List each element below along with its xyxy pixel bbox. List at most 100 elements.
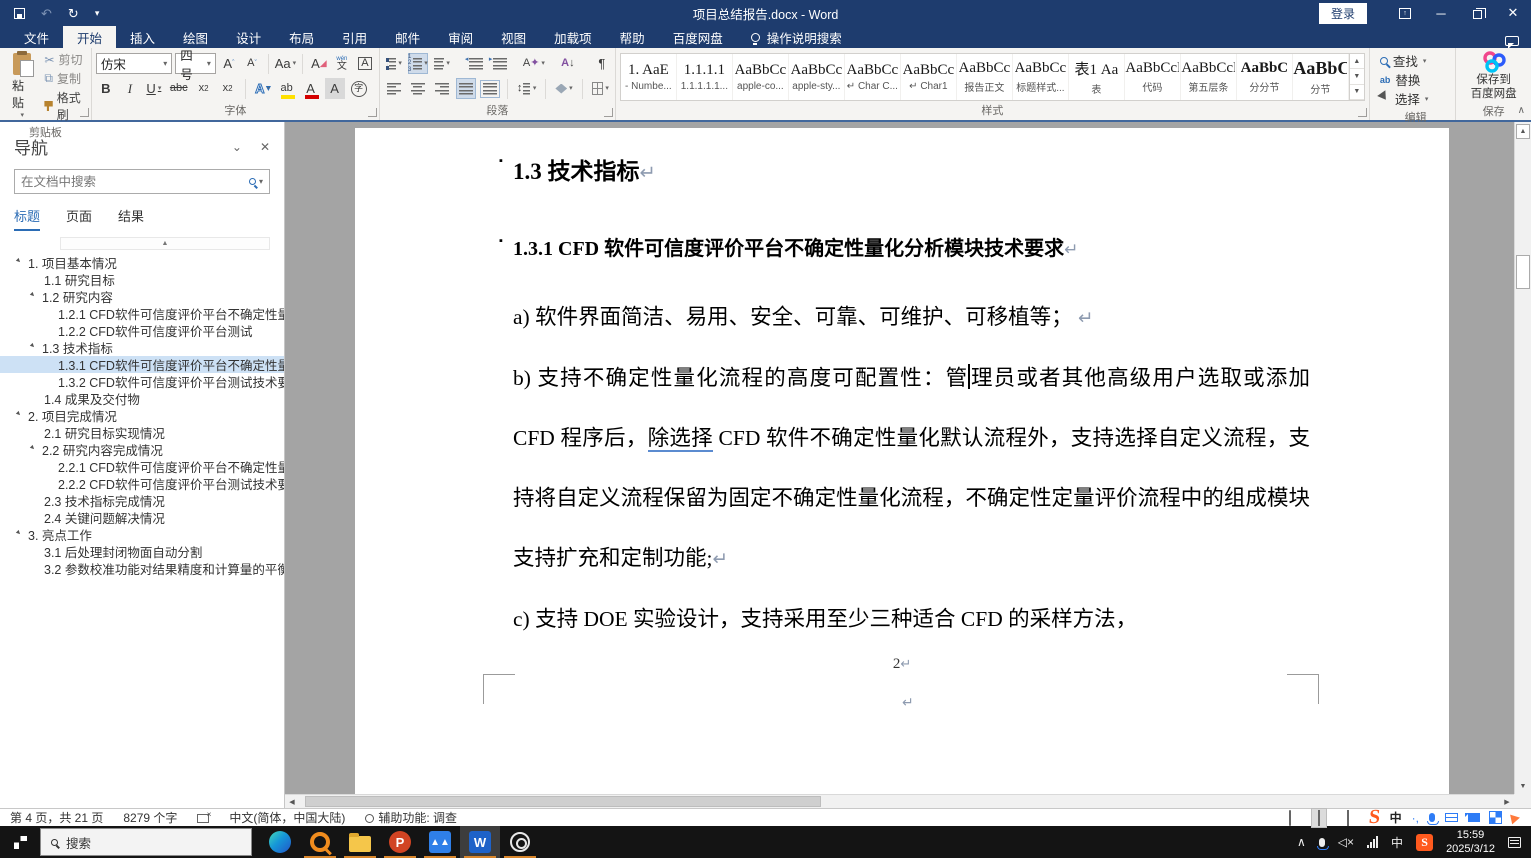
align-center-button[interactable] [408, 78, 428, 99]
nav-heading-item-8[interactable]: 1.4 成果及交付物 [0, 390, 284, 407]
nav-search-dropdown-icon[interactable]: ▾ [259, 177, 263, 186]
nav-tab-0[interactable]: 标题 [14, 206, 40, 231]
nav-heading-item-14[interactable]: 2.3 技术指标完成情况 [0, 492, 284, 509]
collapse-arrow-icon[interactable]: ▸ [14, 409, 27, 422]
scroll-up-arrow[interactable]: ▲ [1516, 124, 1530, 139]
save-to-baidu-button[interactable]: 保存到 百度网盘 [1460, 51, 1527, 102]
collapse-arrow-icon[interactable]: ▸ [14, 256, 27, 269]
collapse-arrow-icon[interactable]: ▸ [14, 528, 27, 541]
strikethrough-button[interactable]: abc [168, 78, 190, 99]
ribbon-tab-9[interactable]: 视图 [487, 26, 540, 48]
save-icon[interactable] [14, 8, 25, 19]
paste-button[interactable]: 粘贴 ▾ [4, 51, 40, 123]
ime-mic-icon[interactable] [1429, 813, 1435, 822]
restore-button[interactable] [1459, 0, 1495, 26]
language-indicator[interactable]: 中文(简体，中国大陆) [229, 809, 345, 826]
ribbon-tab-2[interactable]: 插入 [116, 26, 169, 48]
taskbar-app-word[interactable]: W [460, 826, 500, 858]
ribbon-tab-6[interactable]: 引用 [328, 26, 381, 48]
copy-button[interactable]: ⧉复制 [44, 70, 86, 87]
nav-close-icon[interactable]: ✕ [260, 140, 270, 154]
ribbon-tab-8[interactable]: 审阅 [434, 26, 487, 48]
styles-scroll-up[interactable]: ▲ [1350, 54, 1364, 69]
ribbon-tab-11[interactable]: 帮助 [606, 26, 659, 48]
subscript-button[interactable]: x2 [194, 78, 214, 99]
scroll-down-arrow[interactable]: ▼ [1515, 779, 1531, 794]
text-highlight-button[interactable]: ab [277, 78, 297, 99]
nav-heading-item-5[interactable]: ▸1.3 技术指标 [0, 339, 284, 356]
nav-heading-item-0[interactable]: ▸1. 项目基本情况 [0, 254, 284, 271]
taskbar-search-box[interactable]: 搜索 [40, 828, 252, 856]
shading-button[interactable] [553, 78, 574, 99]
taskbar-app-settings[interactable] [500, 826, 540, 858]
style-item-6[interactable]: AaBbCc报告正文 [957, 54, 1013, 100]
document-page[interactable]: ▪1.3 技术指标↵ ▪1.3.1 CFD 软件可信度评价平台不确定性量化分析模… [355, 128, 1449, 808]
ribbon-tab-7[interactable]: 邮件 [381, 26, 434, 48]
taskbar-app-edge[interactable] [260, 826, 300, 858]
doc-heading-2[interactable]: ▪1.3.1 CFD 软件可信度评价平台不确定性量化分析模块技术要求↵ [513, 232, 1310, 261]
word-count[interactable]: 8279 个字 [123, 809, 177, 826]
ribbon-tab-10[interactable]: 加载项 [540, 26, 606, 48]
enclose-characters-button[interactable]: 字 [349, 78, 369, 99]
collapse-arrow-icon[interactable]: ▸ [28, 290, 41, 303]
nav-heading-item-15[interactable]: 2.4 关键问题解决情况 [0, 509, 284, 526]
undo-icon[interactable]: ↶ [41, 7, 52, 20]
tray-sogou-icon[interactable]: S [1416, 834, 1433, 851]
italic-button[interactable]: I [120, 78, 140, 99]
ribbon-tab-4[interactable]: 设计 [222, 26, 275, 48]
tray-network-icon[interactable] [1367, 836, 1378, 848]
nav-options-icon[interactable]: ⌄ [232, 140, 242, 154]
style-item-1[interactable]: 1.1.1.11.1.1.1.1... [677, 54, 733, 100]
taskbar-app-blue-mountain[interactable]: ▲▲ [420, 826, 460, 858]
shrink-font-button[interactable]: Aˇ [242, 53, 262, 74]
nav-search-icon[interactable] [249, 178, 256, 185]
numbering-button[interactable]: 123 [408, 53, 428, 74]
asian-layout-button[interactable]: A✦ [524, 53, 544, 74]
clipboard-dialog-launcher[interactable] [80, 108, 89, 117]
ime-toolbox-icon[interactable] [1490, 812, 1501, 823]
login-button[interactable]: 登录 [1319, 3, 1367, 24]
style-item-5[interactable]: AaBbCc↵ Char1 [901, 54, 957, 100]
justify-button[interactable] [456, 78, 476, 99]
nav-heading-item-6[interactable]: 1.3.1 CFD软件可信度评价平台不确定性量化... [0, 356, 284, 373]
align-left-button[interactable] [384, 78, 404, 99]
style-item-0[interactable]: 1. AaE- Numbe... [621, 54, 677, 100]
styles-scroll-down[interactable]: ▼ [1350, 69, 1364, 84]
sogou-logo-icon[interactable]: S [1367, 806, 1381, 829]
nav-heading-item-2[interactable]: ▸1.2 研究内容 [0, 288, 284, 305]
multilevel-list-button[interactable] [432, 53, 452, 74]
nav-search-box[interactable]: ▾ [14, 169, 270, 194]
proofing-status[interactable] [197, 811, 209, 825]
text-effects-button[interactable]: A [253, 78, 273, 99]
style-item-12[interactable]: AaBbC分节 [1293, 54, 1349, 100]
style-item-4[interactable]: AaBbCc↵ Char C... [845, 54, 901, 100]
ribbon-tab-5[interactable]: 布局 [275, 26, 328, 48]
nav-heading-item-18[interactable]: 3.2 参数校准功能对结果精度和计算量的平衡 [0, 560, 284, 577]
minimize-button[interactable]: ─ [1423, 0, 1459, 26]
sort-button[interactable]: A↓ [558, 53, 578, 74]
nav-scroll-up-strip[interactable]: ▲ [60, 237, 270, 250]
clear-formatting-button[interactable]: A◢ [309, 53, 329, 74]
format-painter-button[interactable]: 格式刷 [44, 89, 86, 123]
decrease-indent-button[interactable]: ◂ [466, 53, 486, 74]
nav-heading-item-7[interactable]: 1.3.2 CFD软件可信度评价平台测试技术要求 [0, 373, 284, 390]
replace-button[interactable]: ab替换 [1380, 70, 1451, 89]
scroll-left-arrow[interactable]: ◀ [285, 798, 299, 806]
ime-skin-icon[interactable] [1468, 813, 1480, 822]
qat-customize-icon[interactable]: ▾ [95, 8, 100, 19]
close-button[interactable]: ✕ [1495, 0, 1531, 26]
align-right-button[interactable] [432, 78, 452, 99]
collapse-ribbon-button[interactable]: ∧ [1518, 105, 1525, 116]
font-color-button[interactable]: A [301, 78, 321, 99]
taskbar-app-file-explorer[interactable] [340, 826, 380, 858]
ime-keyboard-icon[interactable] [1445, 813, 1458, 822]
nav-heading-item-10[interactable]: 2.1 研究目标实现情况 [0, 424, 284, 441]
style-item-2[interactable]: AaBbCcapple-co... [733, 54, 789, 100]
tell-me-search[interactable]: 操作说明搜索 [751, 26, 842, 48]
vertical-scrollbar[interactable]: ▲ ▼ [1514, 122, 1531, 794]
font-size-combo[interactable]: 四号▾ [175, 53, 216, 74]
select-button[interactable]: 选择▾ [1380, 89, 1451, 108]
bullets-button[interactable] [384, 53, 404, 74]
bold-button[interactable]: B [96, 78, 116, 99]
tray-volume-muted-icon[interactable]: ◁× [1338, 835, 1354, 849]
